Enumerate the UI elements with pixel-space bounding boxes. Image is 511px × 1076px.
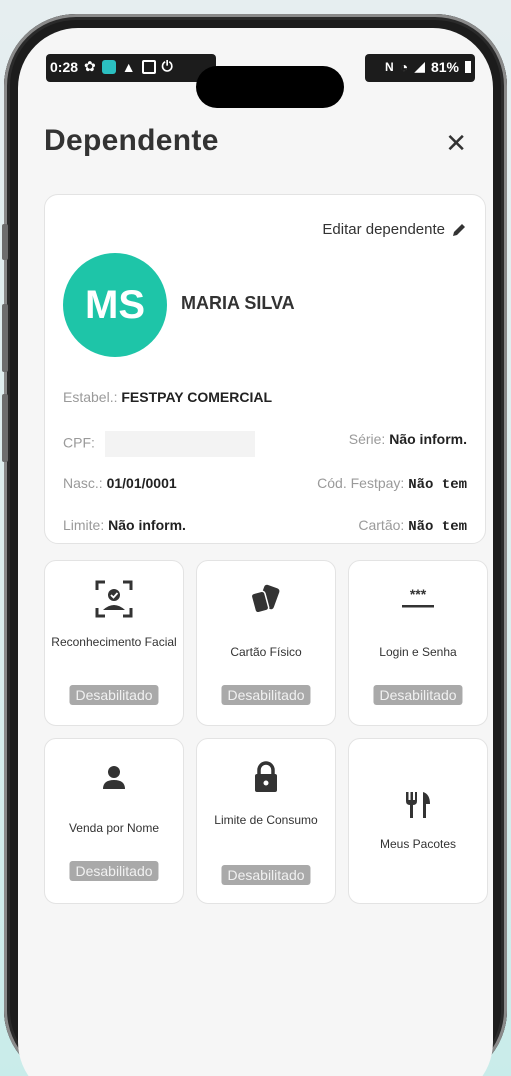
wifi-icon: ◔ (399, 58, 409, 75)
message-icon (141, 59, 156, 74)
limite-cartao-row: Limite: Não inform. Cartão: Não tem (63, 517, 467, 535)
mute-switch (2, 224, 8, 260)
cutlery-icon (406, 792, 430, 818)
tile-label: Meus Pacotes (379, 837, 457, 851)
password-icon: *** (402, 587, 434, 608)
warning-icon: ▲ (121, 58, 136, 75)
nfc-icon: N (385, 59, 394, 74)
edit-dependent-label: Editar dependente (322, 221, 445, 238)
status-badge: Desabilitado (69, 685, 159, 705)
page-title: Dependente (44, 124, 219, 157)
tile-consumption-limit[interactable]: Limite de Consumo Desabilitado (196, 738, 336, 904)
serie-value: Não inform. (389, 431, 467, 447)
cpf-label: CPF: (63, 434, 95, 451)
edit-dependent-button[interactable]: Editar dependente (322, 221, 467, 238)
tile-label: Reconhecimento Facial (51, 635, 177, 649)
battery-percent: 81% (430, 58, 459, 75)
gear-icon: ✿ (84, 58, 96, 74)
svg-text:***: *** (410, 587, 427, 602)
limite-value: Não inform. (108, 517, 186, 533)
tile-face-recognition[interactable]: Reconhecimento Facial Desabilitado (44, 560, 184, 726)
tile-label: Venda por Nome (68, 821, 160, 835)
battery-icon (465, 60, 471, 73)
volume-up-button (2, 304, 8, 372)
tile-sale-by-name[interactable]: Venda por Nome Desabilitado (44, 738, 184, 904)
nasc-label: Nasc.: (63, 475, 103, 491)
card-icon (250, 584, 280, 614)
tile-my-packages[interactable]: Meus Pacotes (348, 738, 488, 904)
status-time: 0:28 (50, 58, 79, 75)
close-icon[interactable]: ✕ (445, 128, 467, 159)
cpf-value-redacted (104, 431, 255, 457)
nasc-cod-row: Nasc.: 01/01/0001 Cód. Festpay: Não tem (63, 475, 467, 493)
cod-value: Não tem (408, 477, 467, 493)
signal-icon: ◢ (414, 58, 425, 74)
limite-label: Limite: (63, 517, 105, 533)
estab-row: Estabel.: FESTPAY COMERCIAL (63, 389, 467, 405)
cartao-label: Cartão: (358, 517, 405, 533)
tile-label: Login e Senha (379, 645, 457, 659)
person-icon (103, 766, 125, 789)
tile-label: Cartão Físico (230, 645, 302, 659)
dynamic-island (196, 66, 344, 108)
page-header: Dependente ✕ (44, 124, 467, 164)
pencil-icon (453, 223, 465, 236)
nasc-value: 01/01/0001 (106, 475, 177, 491)
dependent-profile-card: Editar dependente MS MARIA SILVA Estabel… (44, 194, 486, 544)
tile-physical-card[interactable]: Cartão Físico Desabilitado (196, 560, 336, 726)
serie-label: Série: (348, 431, 386, 447)
avatar: MS (63, 253, 167, 357)
app-notification-icon (101, 59, 116, 74)
estab-label: Estabel.: (63, 389, 118, 405)
cpf-serie-row: CPF: Série: Não inform. (63, 431, 467, 457)
estab-value: FESTPAY COMERCIAL (121, 389, 273, 405)
status-badge: Desabilitado (221, 865, 311, 885)
tile-login-password[interactable]: *** Login e Senha Desabilitado (348, 560, 488, 726)
volume-down-button (2, 394, 8, 462)
status-badge: Desabilitado (373, 685, 463, 705)
avatar-initials: MS (85, 282, 145, 327)
cod-label: Cód. Festpay: (317, 475, 405, 491)
app-screen: 0:28 ✿ ▲ ⏻ N ◔ ◢ 81% Dependente ✕ Editar… (18, 28, 493, 1076)
status-badge: Desabilitado (221, 685, 311, 705)
face-recognition-icon (95, 580, 133, 618)
status-badge: Desabilitado (69, 861, 159, 881)
dependent-name: MARIA SILVA (181, 293, 295, 313)
phone-frame: 0:28 ✿ ▲ ⏻ N ◔ ◢ 81% Dependente ✕ Editar… (2, 14, 507, 1076)
lock-icon (255, 761, 277, 792)
tile-label: Limite de Consumo (214, 813, 318, 827)
power-icon: ⏻ (161, 58, 173, 74)
cartao-value: Não tem (408, 519, 467, 535)
